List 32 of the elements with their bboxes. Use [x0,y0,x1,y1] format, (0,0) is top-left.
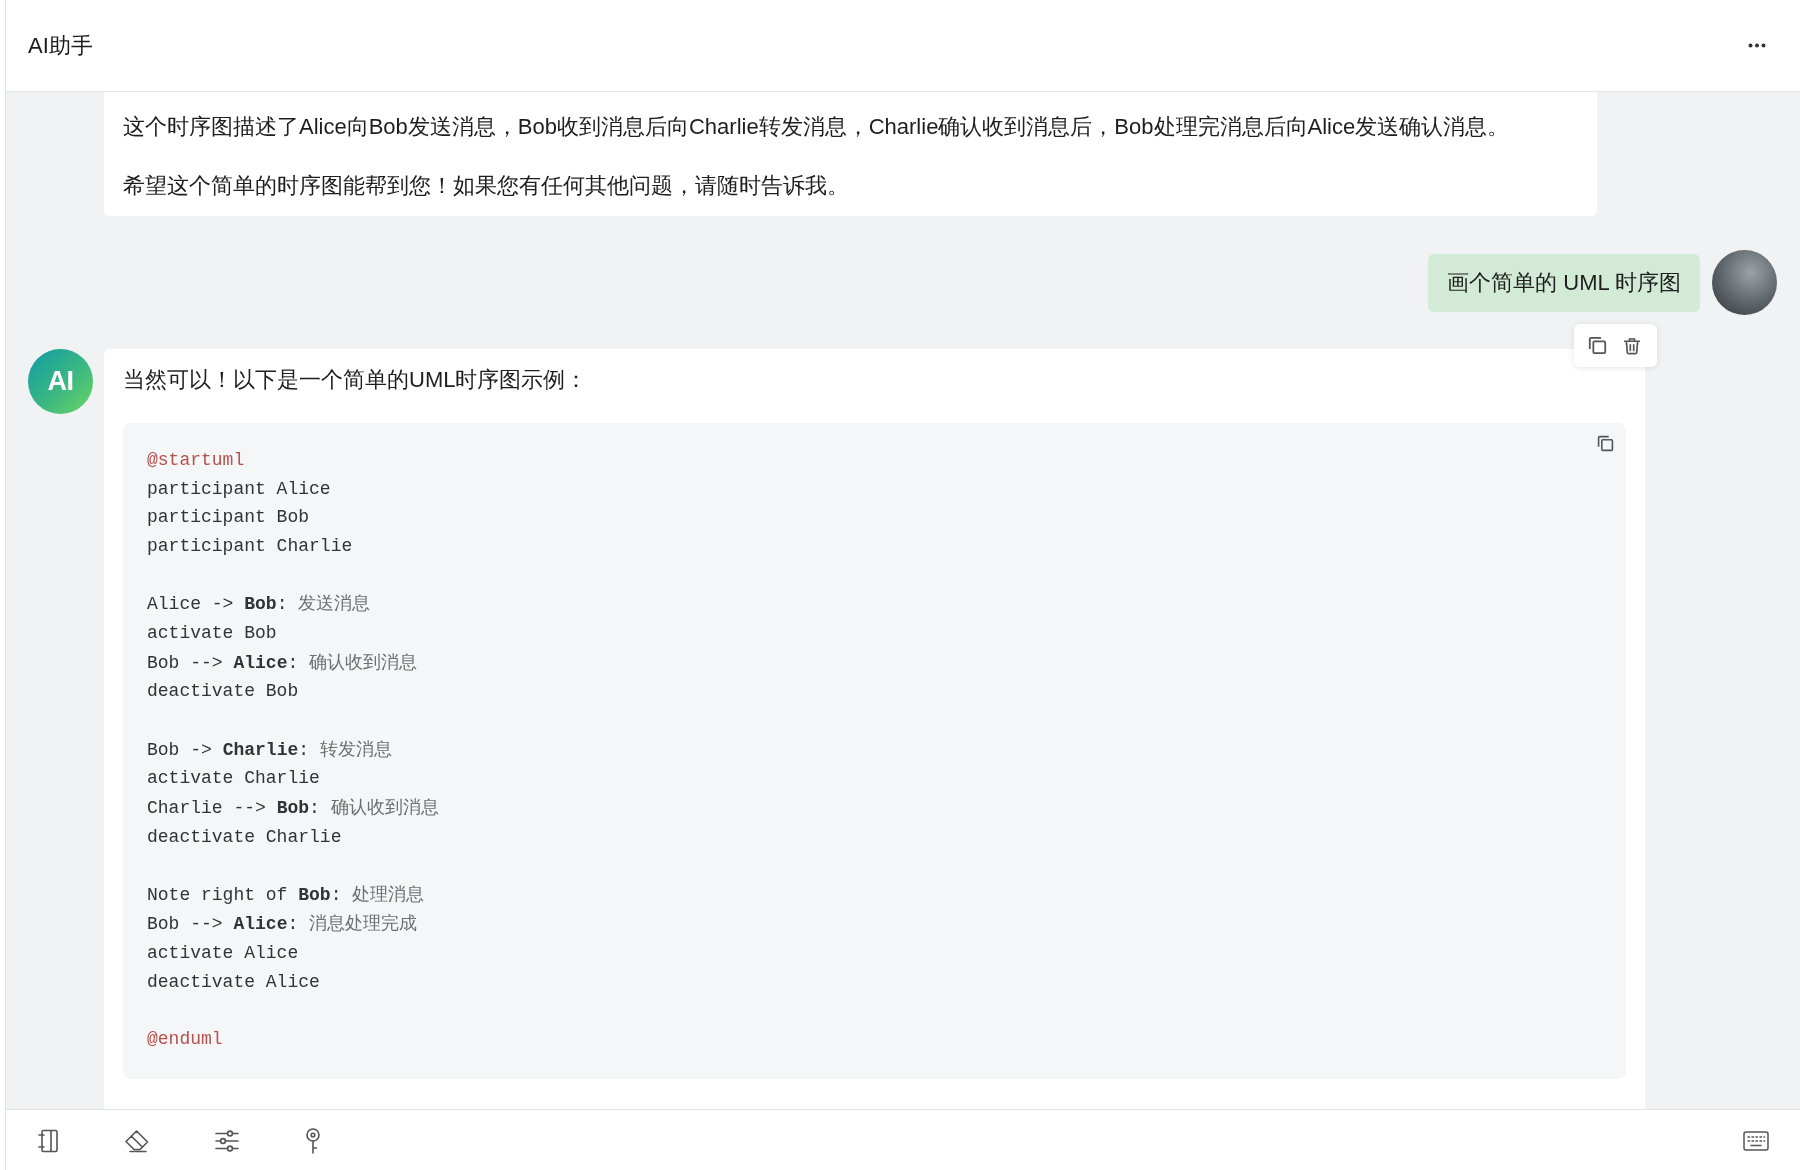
sliders-icon[interactable] [215,1130,239,1152]
copy-icon[interactable] [1588,336,1607,355]
delete-icon[interactable] [1623,336,1641,355]
code-line: Alice -> Bob: 发送消息 [147,591,371,617]
app-title: AI助手 [28,31,93,60]
notebook-icon[interactable] [37,1129,59,1153]
more-icon[interactable] [1748,43,1766,48]
code-line: activate Bob [147,621,277,645]
pin-icon[interactable] [304,1128,322,1154]
message-bubble: 画个简单的 UML 时序图 [1428,254,1700,312]
code-line: activate Alice [147,942,299,966]
message-text: 希望这个简单的时序图能帮到您！如果您有任何其他问题，请随时告诉我。 [123,172,850,200]
eraser-icon[interactable] [124,1129,150,1153]
keyboard-icon[interactable] [1743,1131,1769,1151]
code-line: Bob -> Charlie: 转发消息 [147,736,392,762]
code-line: deactivate Bob [147,680,299,704]
copy-icon[interactable] [1597,435,1614,452]
code-line: Bob --> Alice: 消息处理完成 [147,911,418,937]
code-line: @enduml [147,1028,223,1052]
code-line: Bob --> Alice: 确认收到消息 [147,649,418,675]
message-text: 这个时序图描述了Alice向Bob发送消息，Bob收到消息后向Charlie转发消息，Charlie确认收到消息后，Bob处理完消息后向Alice发送确认消息。 [123,113,1511,141]
code-line: activate Charlie [147,767,320,791]
message-text: 当然可以！以下是一个简单的UML时序图示例： [123,366,589,394]
assistant-avatar: AI [28,349,93,414]
code-line: Note right of Bob: 处理消息 [147,881,425,907]
code-line: deactivate Alice [147,970,320,994]
code-line: participant Alice [147,477,331,501]
code-line: deactivate Charlie [147,825,342,849]
code-line: @startuml [147,449,245,472]
code-line: Charlie --> Bob: 确认收到消息 [147,794,439,820]
code-line: participant Charlie [147,534,353,558]
code-line: participant Bob [147,506,310,530]
